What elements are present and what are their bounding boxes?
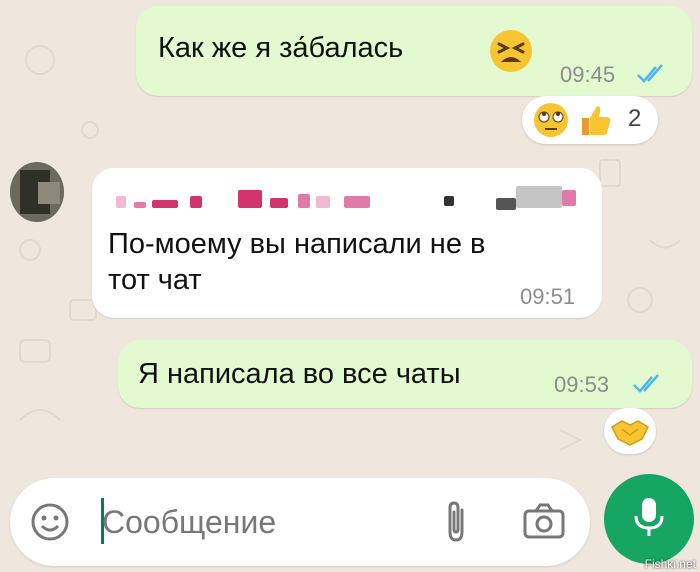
message-text: По-моему вы написали не в тот чат: [108, 228, 486, 296]
message-reactions[interactable]: 2: [522, 96, 658, 144]
message-bubble-outgoing[interactable]: Я написала во все чаты 09:53: [118, 340, 692, 408]
thumbs-up-emoji: [582, 106, 611, 135]
message-text: Я написала во все чаты: [138, 358, 461, 390]
camera-icon[interactable]: [522, 502, 566, 540]
smiley-icon[interactable]: [30, 502, 70, 542]
message-composer[interactable]: Сообщение: [10, 478, 590, 566]
message-bubble-incoming[interactable]: По-моему вы написали не в тот чат 09:51: [92, 168, 602, 318]
reaction-count: 2: [628, 105, 642, 132]
sender-name-blurred: [110, 182, 590, 212]
tired-face-emoji: [490, 30, 532, 72]
voice-message-button[interactable]: [604, 474, 694, 564]
message-time: 09:51: [520, 284, 576, 309]
message-input[interactable]: Сообщение: [102, 504, 276, 541]
avatar[interactable]: [10, 162, 64, 222]
microphone-icon: [634, 498, 664, 536]
message-reactions[interactable]: [604, 408, 656, 454]
handshake-emoji: [611, 420, 649, 446]
read-ticks-icon: [637, 64, 663, 83]
read-ticks-icon: [633, 374, 659, 393]
message-time: 09:45: [560, 62, 616, 87]
message-time: 09:53: [554, 372, 610, 397]
face-with-rolling-eyes-emoji: [534, 103, 568, 137]
message-text: Как же я за́балась: [158, 32, 404, 64]
watermark: Fishki.net: [644, 557, 696, 571]
paperclip-icon[interactable]: [442, 500, 472, 544]
message-bubble-outgoing[interactable]: Как же я за́балась 09:45: [136, 6, 692, 96]
